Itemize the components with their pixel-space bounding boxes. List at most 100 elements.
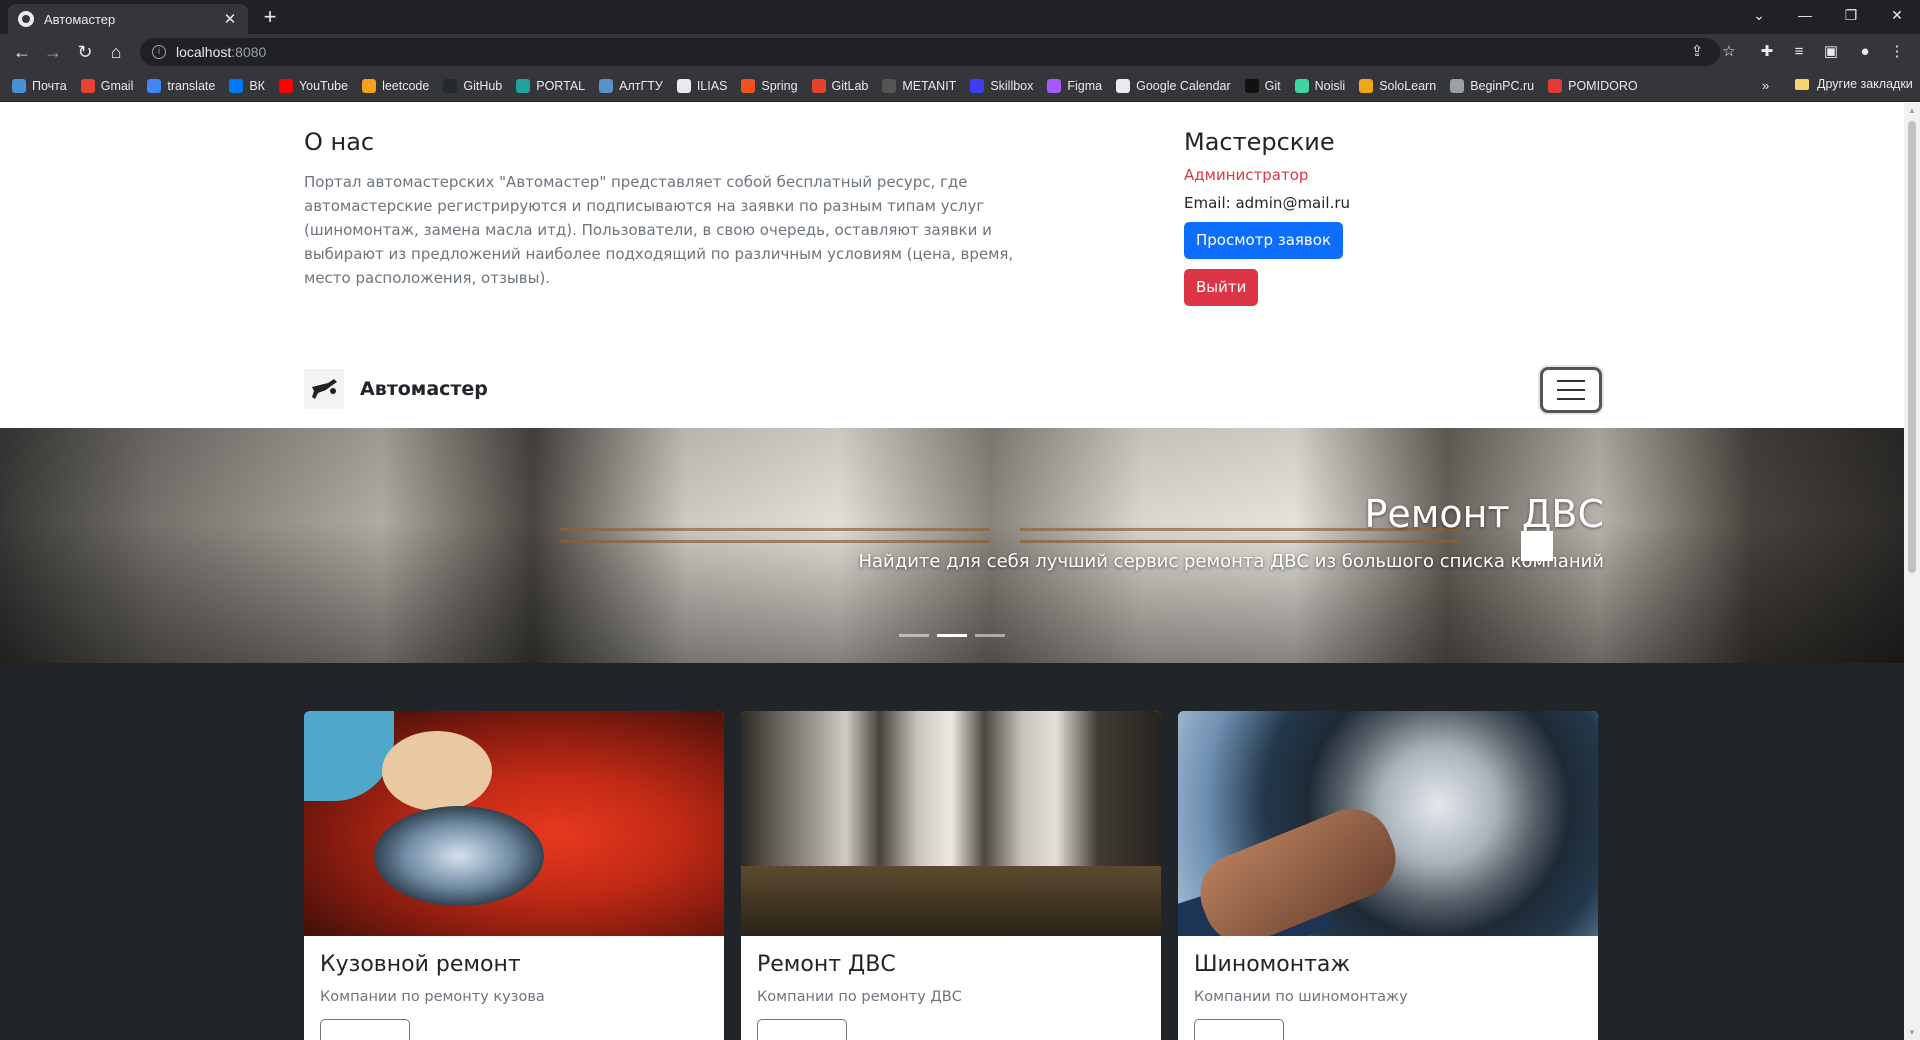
view-requests-button[interactable]: Просмотр заявок [1184, 222, 1344, 259]
carousel-indicator[interactable] [937, 634, 967, 637]
bookmark-label: POMIDORO [1568, 78, 1638, 93]
scroll-down-icon[interactable]: ▼ [1908, 1028, 1916, 1037]
bookmark-item[interactable]: Spring [741, 78, 798, 93]
card-image-tire [1178, 711, 1598, 936]
bookmark-favicon-icon [970, 78, 985, 93]
bookmark-star-icon[interactable]: ☆ [1719, 42, 1739, 62]
card-button[interactable] [320, 1019, 410, 1040]
tab-close-icon[interactable]: ✕ [222, 10, 238, 28]
bookmark-item[interactable]: POMIDORO [1548, 78, 1638, 93]
bookmark-item[interactable]: BeginPC.ru [1450, 78, 1534, 93]
service-card: Кузовной ремонт Компании по ремонту кузо… [304, 711, 724, 1040]
about-title: О нас [304, 128, 375, 156]
bookmark-item[interactable]: ВК [229, 78, 265, 93]
bookmark-label: Noisli [1314, 78, 1346, 93]
bookmark-favicon-icon [229, 78, 244, 93]
url-host: localhost [176, 44, 232, 60]
bookmark-favicon-icon [1047, 78, 1062, 93]
other-bookmarks-folder[interactable]: Другие закладки [1795, 77, 1913, 91]
bookmark-item[interactable]: Gmail [80, 78, 133, 93]
menu-kebab-icon[interactable]: ⋮ [1887, 42, 1907, 62]
site-info-icon[interactable]: i [152, 45, 166, 59]
workshops-title: Мастерские [1184, 128, 1335, 156]
bookmark-favicon-icon [882, 78, 897, 93]
navbar-toggle-button[interactable] [1540, 367, 1602, 413]
bookmark-favicon-icon [362, 78, 377, 93]
bookmark-favicon-icon [443, 78, 458, 93]
bookmark-label: Figma [1067, 78, 1103, 93]
bookmark-item[interactable]: translate [147, 78, 216, 93]
card-title: Кузовной ремонт [320, 952, 521, 977]
profile-avatar-icon[interactable]: ● [1855, 42, 1875, 62]
bookmark-favicon-icon [147, 78, 162, 93]
home-icon[interactable]: ⌂ [104, 40, 128, 64]
bookmark-item[interactable]: Skillbox [970, 78, 1034, 93]
url-port: :8080 [231, 44, 267, 60]
bookmark-favicon-icon [1359, 78, 1374, 93]
scroll-up-icon[interactable]: ▲ [1908, 106, 1916, 115]
bookmarks-bar: Почта Gmail translate ВК YouTube leetcode GitH… [0, 70, 1920, 102]
wrench-logo-icon [304, 369, 344, 409]
bookmark-item[interactable]: Noisli [1294, 78, 1346, 93]
browser-tab[interactable]: Автомастер ✕ [8, 4, 248, 34]
card-title: Шиномонтаж [1194, 952, 1351, 977]
tab-search-icon[interactable]: ⌄ [1736, 0, 1782, 30]
card-button[interactable] [757, 1019, 847, 1040]
card-image-engine [741, 711, 1161, 936]
address-bar[interactable]: i localhost:8080 [140, 38, 1720, 66]
card-text: Компании по ремонту кузова [320, 989, 545, 1005]
page-viewport: О нас Портал автомастерских "Автомастер"… [0, 103, 1904, 1040]
bookmark-item[interactable]: АлтГТУ [599, 78, 663, 93]
bookmark-item[interactable]: Figma [1047, 78, 1103, 93]
site-navbar: Автомастер [304, 365, 1604, 413]
other-bookmarks-label: Другие закладки [1817, 77, 1913, 91]
bookmark-item[interactable]: leetcode [362, 78, 429, 93]
brand-link[interactable]: Автомастер [304, 369, 488, 409]
close-window-button[interactable]: ✕ [1874, 0, 1920, 30]
card-image-body-repair [304, 711, 724, 936]
share-icon[interactable]: ⇪ [1687, 42, 1707, 62]
bookmark-item[interactable]: Google Calendar [1116, 78, 1231, 93]
bookmark-item[interactable]: YouTube [278, 78, 349, 93]
extensions-icon[interactable]: ✚ [1757, 42, 1777, 62]
forward-arrow-icon[interactable]: → [41, 40, 65, 64]
media-control-icon[interactable]: ≡ [1789, 42, 1809, 62]
tab-title: Автомастер [44, 11, 116, 27]
scrollbar-thumb[interactable] [1908, 121, 1916, 573]
bookmark-label: Skillbox [990, 78, 1034, 93]
carousel-indicator[interactable] [899, 634, 929, 637]
bookmark-favicon-icon [811, 78, 826, 93]
bookmark-item[interactable]: ILIAS [676, 78, 727, 93]
site-favicon-icon [18, 11, 34, 27]
workshops-section: Мастерские Администратор Email: admin@ma… [1184, 128, 1484, 306]
side-panel-icon[interactable]: ▣ [1821, 42, 1841, 62]
bookmark-label: PORTAL [536, 78, 586, 93]
card-button[interactable] [1194, 1019, 1284, 1040]
bookmark-label: translate [167, 78, 216, 93]
minimize-button[interactable]: — [1782, 0, 1828, 30]
folder-icon [1795, 78, 1809, 90]
new-tab-button[interactable]: + [258, 5, 282, 29]
bookmark-item[interactable]: GitLab [811, 78, 868, 93]
bookmark-label: YouTube [298, 78, 349, 93]
page-scrollbar[interactable]: ▲ ▼ [1904, 103, 1920, 1040]
restore-button[interactable]: ❐ [1828, 0, 1874, 30]
bookmark-favicon-icon [1548, 78, 1563, 93]
bookmark-item[interactable]: SoloLearn [1359, 78, 1436, 93]
bookmark-label: ВК [249, 78, 265, 93]
carousel-indicator[interactable] [975, 634, 1005, 637]
user-role-label: Администратор [1184, 166, 1309, 184]
bookmark-item[interactable]: GitHub [443, 78, 502, 93]
bookmark-favicon-icon [1450, 78, 1465, 93]
back-arrow-icon[interactable]: ← [10, 40, 34, 64]
bookmark-favicon-icon [12, 78, 26, 93]
bookmark-item[interactable]: METANIT [882, 78, 956, 93]
bookmark-item[interactable]: Почта [12, 78, 67, 93]
bookmark-favicon-icon [599, 78, 614, 93]
bookmarks-overflow-icon[interactable]: » [1762, 78, 1769, 93]
bookmark-label: АлтГТУ [619, 78, 663, 93]
logout-button[interactable]: Выйти [1184, 269, 1259, 306]
bookmark-item[interactable]: PORTAL [516, 78, 586, 93]
bookmark-item[interactable]: Git [1244, 78, 1281, 93]
reload-icon[interactable]: ↻ [73, 40, 97, 64]
